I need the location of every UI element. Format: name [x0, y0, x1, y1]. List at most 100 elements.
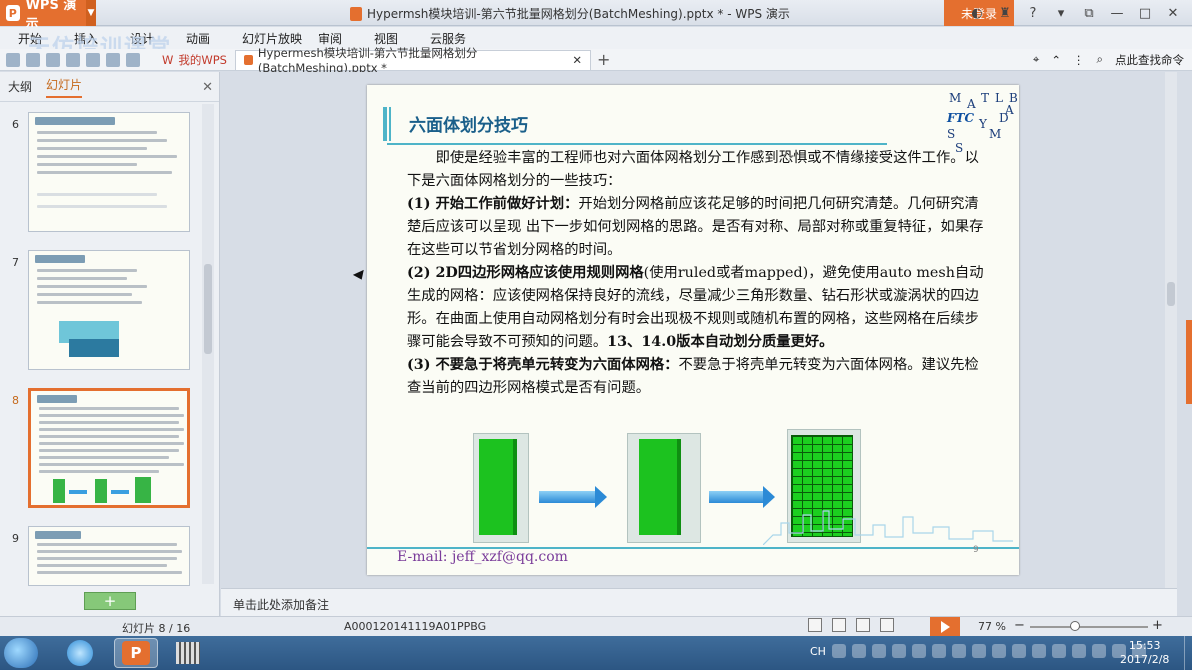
tab-slides[interactable]: 幻灯片: [46, 76, 83, 98]
zoom-level[interactable]: 77 %: [978, 620, 1006, 633]
help-icon[interactable]: [851, 644, 866, 658]
moon-icon[interactable]: [891, 644, 906, 658]
slide-panel-tabs: 大纲 幻灯片: [0, 72, 219, 102]
slide-panel-scrollbar[interactable]: [202, 104, 214, 584]
app-tray-icon[interactable]: [991, 644, 1006, 658]
scrollbar-thumb[interactable]: [204, 264, 212, 354]
chevron-down-icon[interactable]: ▾: [1052, 6, 1070, 21]
canvas-scrollbar[interactable]: [1165, 72, 1177, 588]
shield-icon[interactable]: [1031, 644, 1046, 658]
print-preview-icon[interactable]: [86, 52, 100, 67]
slide-thumbnail-7[interactable]: [28, 250, 190, 370]
restore-icon[interactable]: ⧉: [1080, 6, 1098, 21]
notes-view-icon[interactable]: [808, 618, 822, 632]
logo-letter: L: [995, 91, 1003, 105]
scrollbar-thumb[interactable]: [1167, 282, 1175, 306]
app-tray-icon[interactable]: [1051, 644, 1066, 658]
wps-app-menu-button[interactable]: P WPS 演示 ▼: [0, 0, 96, 32]
title-bar: P WPS 演示 ▼ Hypermsh模块培训-第六节批量网格划分(BatchM…: [0, 0, 1192, 32]
play-slideshow-button[interactable]: [930, 617, 960, 636]
thumb-line: [37, 277, 127, 280]
close-icon[interactable]: ✕: [202, 80, 213, 95]
taskbar-hypermesh[interactable]: [166, 638, 210, 668]
menu-review[interactable]: 审阅: [318, 30, 374, 47]
menu-animation[interactable]: 动画: [186, 30, 242, 47]
menu-slideshow[interactable]: 幻灯片放映: [242, 30, 318, 47]
ime-icon[interactable]: [831, 644, 846, 658]
slide-thumbnail-6[interactable]: [28, 112, 190, 232]
reading-view-icon[interactable]: [880, 618, 894, 632]
undo-icon[interactable]: [106, 52, 120, 67]
thumb-line: [37, 571, 182, 574]
format-painter-icon[interactable]: ⌖: [1033, 52, 1039, 67]
taskbar-ie[interactable]: [58, 638, 102, 668]
slide-number: 6: [12, 118, 19, 131]
export-pdf-icon[interactable]: [46, 52, 60, 67]
slide-number: 7: [12, 256, 19, 269]
status-bar: 幻灯片 8 / 16 A000120141119A01PPBG 77 % − +: [0, 616, 1192, 636]
menu-view[interactable]: 视图: [374, 30, 430, 47]
tab-my-wps[interactable]: W 我的WPS: [154, 50, 235, 70]
thumb-line: [37, 139, 167, 142]
normal-view-icon[interactable]: [832, 618, 846, 632]
slide-thumbnail-9[interactable]: [28, 526, 190, 586]
tab-outline[interactable]: 大纲: [8, 78, 32, 95]
chinese-input-icon[interactable]: [871, 644, 886, 658]
input-language[interactable]: CH: [810, 645, 826, 658]
slide-thumbnail-8[interactable]: [28, 388, 190, 508]
thumb-line: [37, 543, 177, 546]
browser-icon: [67, 640, 93, 666]
settings-icon[interactable]: ⋮: [1073, 53, 1085, 67]
thumb-line: [39, 470, 159, 473]
tab-my-wps-label: 我的WPS: [178, 52, 227, 67]
clock[interactable]: 15:53 2017/2/8: [1120, 639, 1169, 667]
open-icon[interactable]: [6, 52, 20, 67]
zoom-out-icon[interactable]: −: [1014, 618, 1025, 633]
keyboard-icon[interactable]: [931, 644, 946, 658]
thumb-line: [39, 442, 184, 445]
thumb-line: [37, 557, 177, 560]
logo-letter: M: [989, 127, 1002, 141]
taskbar-wps[interactable]: P: [114, 638, 158, 668]
zoom-slider-handle[interactable]: [1070, 621, 1080, 631]
thumb-line: [39, 421, 179, 424]
redo-icon[interactable]: [126, 52, 140, 67]
minimize-icon[interactable]: —: [1108, 6, 1126, 21]
save-icon[interactable]: [26, 52, 40, 67]
current-slide[interactable]: 六面体划分技巧 M A T L A B D FTC Y M S S 即使是经验丰…: [367, 85, 1019, 575]
print-icon[interactable]: [66, 52, 80, 67]
command-search[interactable]: 点此查找命令: [1115, 52, 1184, 68]
logo-letter: S: [947, 127, 956, 141]
zoom-in-icon[interactable]: +: [1152, 618, 1163, 633]
slide-number: 9: [12, 532, 19, 545]
thumb-line: [37, 147, 147, 150]
tab-document[interactable]: Hypermesh模块培训-第六节批量网格划分(BatchMeshing).pp…: [234, 46, 591, 75]
side-accent: [1186, 320, 1192, 404]
slide-title: 六面体划分技巧: [409, 116, 528, 136]
flag-icon[interactable]: [1091, 644, 1106, 658]
skin-icon[interactable]: ◐: [968, 6, 986, 21]
close-icon[interactable]: ✕: [1164, 6, 1182, 21]
start-button[interactable]: [4, 638, 38, 668]
notes-area[interactable]: 单击此处添加备注: [221, 588, 1177, 616]
app-tray-icon[interactable]: [1071, 644, 1086, 658]
add-tab-icon[interactable]: +: [597, 50, 610, 69]
add-slide-button[interactable]: +: [84, 592, 136, 610]
maximize-icon[interactable]: □: [1136, 6, 1154, 21]
zoom-slider[interactable]: [1030, 626, 1148, 628]
tray-arrow-icon[interactable]: [971, 644, 986, 658]
toolbar-right: ⌖ ⌃ ⋮ ⌕ 点此查找命令: [1033, 52, 1192, 68]
minimize-ribbon-icon[interactable]: ⌃: [1051, 53, 1061, 67]
wps-logo-icon: P: [6, 5, 20, 21]
menu-cloud[interactable]: 云服务: [430, 30, 486, 47]
sorter-view-icon[interactable]: [856, 618, 870, 632]
close-icon[interactable]: ✕: [572, 53, 582, 67]
gear-icon[interactable]: [951, 644, 966, 658]
punctuation-icon[interactable]: [911, 644, 926, 658]
app-tray-icon[interactable]: [1011, 644, 1026, 658]
thumb-title: [35, 255, 85, 263]
shirt-icon[interactable]: ♜: [996, 6, 1014, 21]
help-icon[interactable]: ?: [1024, 6, 1042, 21]
chevron-down-icon[interactable]: ▼: [85, 0, 96, 26]
show-desktop-button[interactable]: [1184, 636, 1192, 670]
